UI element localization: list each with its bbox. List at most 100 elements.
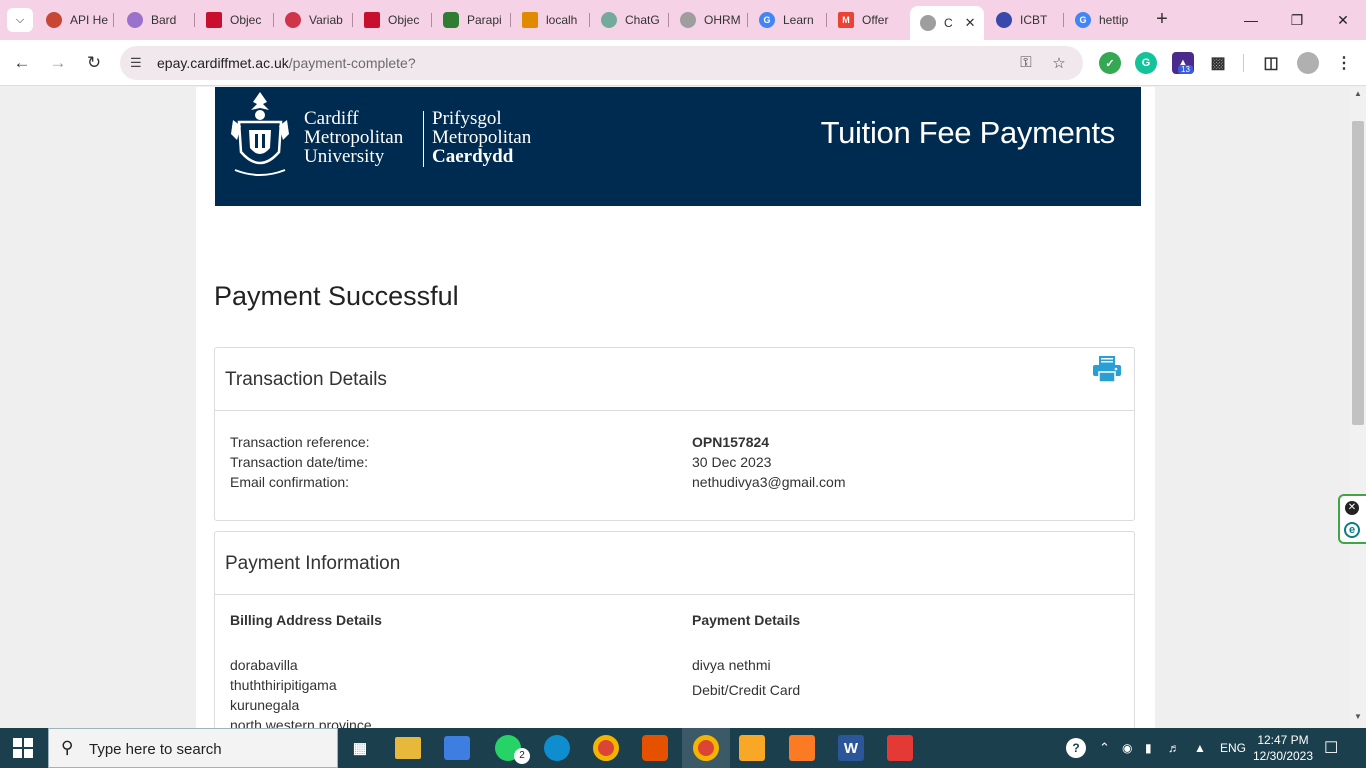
grammarly-icon[interactable]: G <box>1135 52 1157 74</box>
restore-button[interactable]: ❐ <box>1285 8 1309 32</box>
system-clock[interactable]: 12:47 PM 12/30/2023 <box>1252 732 1314 764</box>
tab-icbt[interactable]: ICBT <box>996 6 1064 34</box>
windows-start-icon[interactable] <box>13 738 33 758</box>
close-icon[interactable]: ✕ <box>965 15 976 31</box>
shield-extension-icon[interactable]: ✓ <box>1099 52 1121 74</box>
tab-learn[interactable]: G Learn <box>759 6 827 34</box>
university-name-welsh: Prifysgol Metropolitan Caerdydd <box>432 108 532 167</box>
side-panel-icon[interactable]: ◫ <box>1260 52 1282 74</box>
star-icon[interactable]: ☆ <box>1050 54 1068 72</box>
tab-api-help[interactable]: API He <box>46 6 114 34</box>
page-viewport: Cardiff Metropolitan University Prifysgo… <box>0 87 1350 728</box>
chrome-active-window-icon[interactable] <box>682 728 730 768</box>
tab-objects-2[interactable]: Objec <box>364 6 432 34</box>
payment-method: Debit/Credit Card <box>692 682 801 698</box>
whatsapp-badge: 2 <box>514 748 530 764</box>
chrome-icon[interactable] <box>593 735 619 761</box>
page-scrollbar[interactable]: ▲ ▼ <box>1350 87 1366 728</box>
page-content: Cardiff Metropolitan University Prifysgo… <box>196 87 1155 728</box>
battery-icon[interactable]: ▮ <box>1145 728 1152 768</box>
chevron-down-icon: ⌵ <box>15 13 25 26</box>
billing-line: thuththiripitigama <box>230 677 337 693</box>
restore-icon: ❐ <box>1290 11 1304 28</box>
tab-hettip[interactable]: G hettip <box>1075 6 1139 34</box>
plus-icon: + <box>1156 8 1168 30</box>
minimize-button[interactable]: — <box>1239 8 1263 32</box>
forward-button[interactable]: → <box>46 51 70 75</box>
printer-icon[interactable] <box>1092 355 1122 383</box>
billing-line: kurunegala <box>230 697 300 713</box>
close-window-button[interactable]: ✕ <box>1331 8 1355 32</box>
tab-bard[interactable]: Bard <box>127 6 195 34</box>
minimize-icon: — <box>1244 12 1258 28</box>
arrow-left-icon: ← <box>13 53 31 72</box>
cardholder-name: divya nethmi <box>692 657 771 673</box>
scroll-up-arrow-icon[interactable]: ▲ <box>1350 89 1366 103</box>
floating-extension-widget: ✕ e <box>1338 494 1366 544</box>
transaction-date-label: Transaction date/time: <box>230 454 368 470</box>
webcam-icon[interactable]: ◉ <box>1122 728 1132 768</box>
menu-dots-icon[interactable]: ⋮ <box>1333 52 1355 74</box>
language-indicator[interactable]: ENG <box>1220 728 1246 768</box>
banner-title: Tuition Fee Payments <box>820 115 1116 150</box>
tab-localhost[interactable]: localh <box>522 6 590 34</box>
robot-icon <box>443 12 459 28</box>
xampp-icon[interactable] <box>789 735 815 761</box>
arrow-right-icon: → <box>49 53 67 72</box>
vuejs-icon <box>364 12 380 28</box>
globe-icon <box>680 12 696 28</box>
billing-line: dorabavilla <box>230 657 298 673</box>
chevron-up-icon[interactable]: ⌃ <box>1099 728 1110 768</box>
gmail-icon: M <box>838 12 854 28</box>
word-icon[interactable]: W <box>838 735 864 761</box>
edge-icon[interactable] <box>544 735 570 761</box>
anydesk-icon[interactable] <box>887 735 913 761</box>
key-icon[interactable]: ⚿ <box>1017 54 1035 72</box>
oracle-icon <box>46 12 62 28</box>
panel-header: Payment Information <box>215 532 1134 595</box>
tab-ohrm[interactable]: OHRM <box>680 6 748 34</box>
transaction-date-value: 30 Dec 2023 <box>692 454 772 470</box>
tab-objects-1[interactable]: Objec <box>206 6 274 34</box>
site-settings-icon[interactable]: ☰ <box>130 55 146 71</box>
close-icon: ✕ <box>1337 11 1349 28</box>
snipping-tool-icon[interactable] <box>642 735 668 761</box>
icbt-icon <box>996 12 1012 28</box>
close-icon[interactable]: ✕ <box>1345 501 1359 515</box>
panel-title: Transaction Details <box>225 369 387 390</box>
phpmyadmin-icon <box>522 12 538 28</box>
notification-icon[interactable]: ☐ <box>1324 728 1338 768</box>
tab-offer[interactable]: M Offer <box>838 6 906 34</box>
scroll-down-arrow-icon[interactable]: ▼ <box>1350 712 1366 726</box>
file-explorer-icon[interactable] <box>395 737 421 759</box>
bard-icon <box>127 12 143 28</box>
extension-e-icon[interactable]: e <box>1344 522 1360 538</box>
payment-information-panel: Payment Information Billing Address Deta… <box>214 531 1135 728</box>
task-view-icon[interactable]: ▦ <box>345 733 375 763</box>
tab-paraphrase[interactable]: Parapi <box>443 6 511 34</box>
university-name-english: Cardiff Metropolitan University <box>304 108 404 167</box>
avatar[interactable] <box>1297 52 1319 74</box>
volume-icon[interactable]: ♬ <box>1168 728 1180 768</box>
address-bar[interactable]: ☰ epay.cardiffmet.ac.uk/payment-complete… <box>120 46 1083 80</box>
microsoft-store-icon[interactable] <box>444 736 470 760</box>
tab-chatgpt[interactable]: ChatG <box>601 6 669 34</box>
reload-button[interactable]: ↻ <box>82 51 106 75</box>
new-tab-button[interactable]: + <box>1152 9 1172 31</box>
transaction-details-panel: Transaction Details Transaction referenc… <box>214 347 1135 521</box>
virtualbox-icon[interactable] <box>739 735 765 761</box>
browser-toolbar: ← → ↻ ☰ epay.cardiffmet.ac.uk/payment-co… <box>0 40 1366 86</box>
panel-header: Transaction Details <box>215 348 1134 411</box>
url-text[interactable]: epay.cardiffmet.ac.uk/payment-complete? <box>157 55 416 71</box>
taskbar-search-input[interactable]: ⚲ Type here to search <box>48 728 338 768</box>
back-button[interactable]: ← <box>10 51 34 75</box>
university-crest-logo <box>231 92 289 176</box>
wifi-icon[interactable]: ▲ <box>1194 728 1206 768</box>
tab-active-payment[interactable]: C ✕ <box>910 6 984 40</box>
tab-variables[interactable]: Variab <box>285 6 353 34</box>
tab-search-button[interactable]: ⌵ <box>7 8 33 32</box>
help-icon[interactable]: ? <box>1066 728 1086 768</box>
payment-details-heading: Payment Details <box>692 612 801 628</box>
scrollbar-thumb[interactable] <box>1352 121 1364 425</box>
puzzle-icon[interactable]: ▩ <box>1207 52 1229 74</box>
